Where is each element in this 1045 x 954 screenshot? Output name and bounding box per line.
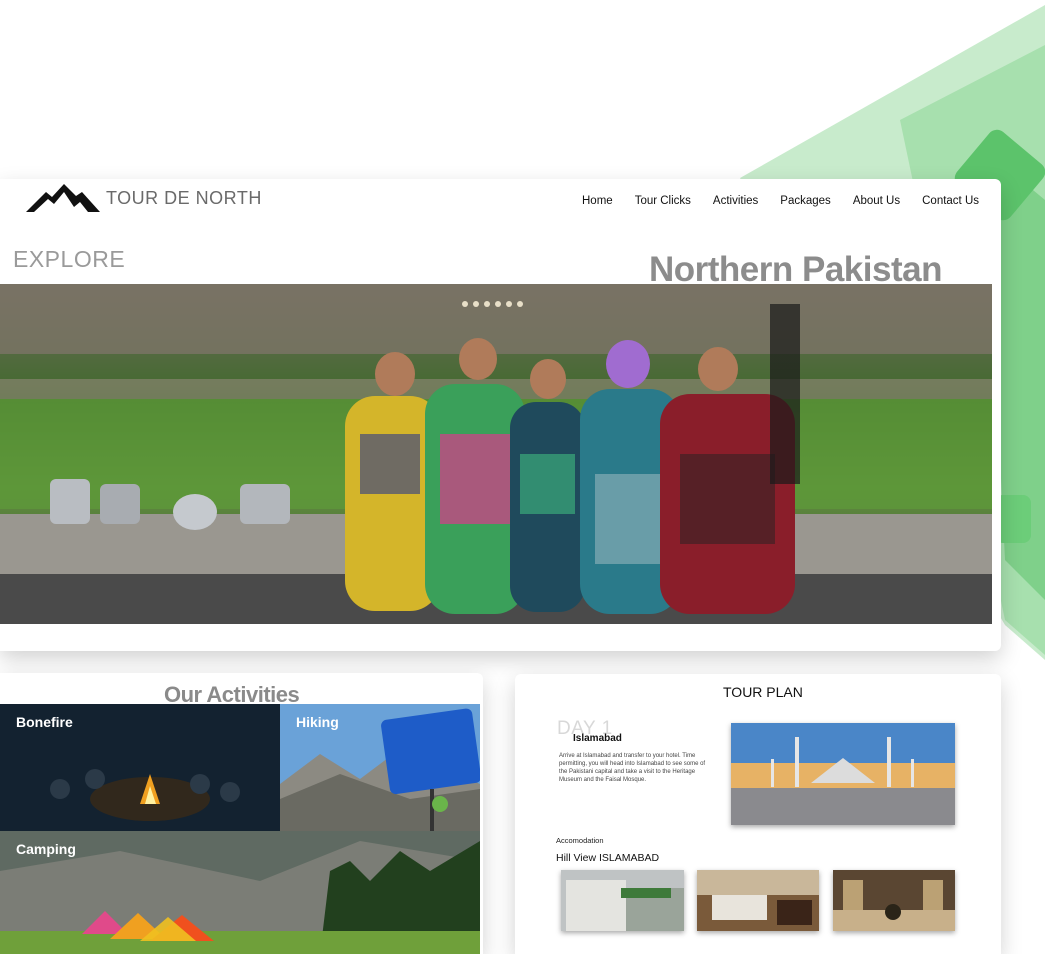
faisal-mosque-image[interactable] xyxy=(731,723,955,825)
main-nav: Home Tour Clicks Activities Packages Abo… xyxy=(582,195,979,207)
activity-tile-camping[interactable]: Camping xyxy=(0,831,480,954)
day-description: Arrive at Islamabad and transfer to your… xyxy=(559,753,706,783)
tour-plan-title: TOUR PLAN xyxy=(723,684,803,700)
activity-label-bonfire: Bonefire xyxy=(16,714,73,730)
nav-contact-us[interactable]: Contact Us xyxy=(922,195,979,207)
nav-about-us[interactable]: About Us xyxy=(853,195,900,207)
hotel-exterior-image[interactable] xyxy=(561,870,684,931)
activity-label-camping: Camping xyxy=(16,841,76,857)
nav-activities[interactable]: Activities xyxy=(713,195,758,207)
carousel-dot[interactable] xyxy=(506,301,512,307)
carousel-dot[interactable] xyxy=(495,301,501,307)
nav-home[interactable]: Home xyxy=(582,195,613,207)
carousel-dot[interactable] xyxy=(484,301,490,307)
accommodation-label: Accomodation xyxy=(556,836,604,845)
hero-image xyxy=(0,284,992,624)
activity-tile-bonfire[interactable]: Bonefire xyxy=(0,704,280,831)
nav-packages[interactable]: Packages xyxy=(780,195,831,207)
day-city: Islamabad xyxy=(573,733,622,744)
carousel-dot[interactable] xyxy=(473,301,479,307)
hotel-room-image[interactable] xyxy=(697,870,819,931)
explore-heading: EXPLORE xyxy=(13,246,126,272)
mountain-icon xyxy=(26,184,100,212)
activity-label-hiking: Hiking xyxy=(296,714,339,730)
nav-tour-clicks[interactable]: Tour Clicks xyxy=(635,195,691,207)
hotel-lobby-image[interactable] xyxy=(833,870,955,931)
activity-tile-hiking[interactable]: Hiking xyxy=(280,704,480,831)
carousel-indicators xyxy=(462,301,523,307)
carousel-dot[interactable] xyxy=(462,301,468,307)
brand-logo[interactable]: TOUR DE NORTH xyxy=(26,182,266,214)
carousel-dot[interactable] xyxy=(517,301,523,307)
hotel-name: Hill View ISLAMABAD xyxy=(556,852,660,864)
brand-name: TOUR DE NORTH xyxy=(106,187,262,208)
